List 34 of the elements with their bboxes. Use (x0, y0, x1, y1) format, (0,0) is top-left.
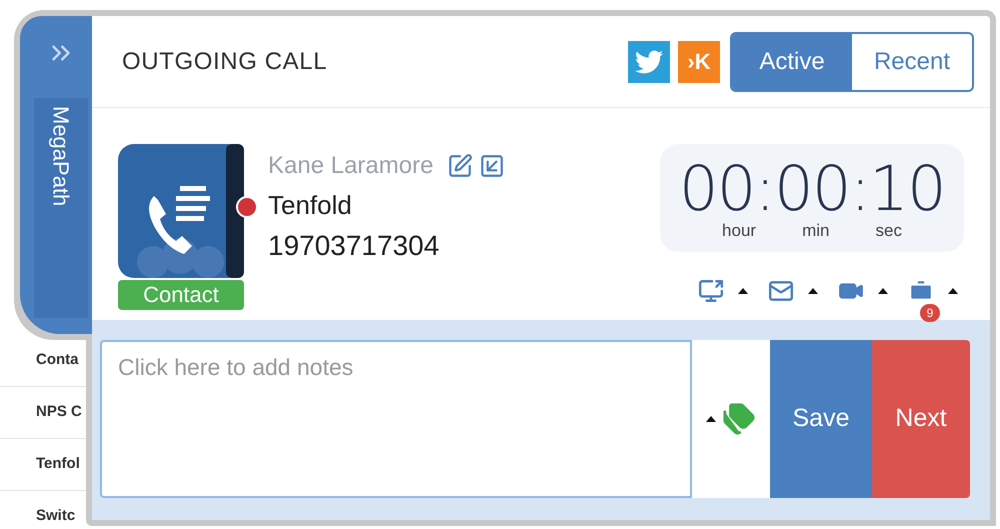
timer-unit: hour (722, 222, 756, 240)
contact-badge: Contact (118, 280, 244, 310)
return-icon[interactable] (479, 153, 506, 179)
count-badge: 9 (920, 304, 940, 322)
brand-label: MegaPath (48, 106, 74, 208)
caret-icon[interactable] (878, 288, 888, 294)
save-button[interactable]: Save (770, 340, 872, 498)
company-name: Tenfold (268, 189, 353, 222)
timer-unit: min (802, 222, 830, 240)
timer-value: 00:00:10 (678, 156, 946, 222)
list-item-text: Switc (36, 506, 76, 526)
timer-unit: sec (875, 222, 902, 240)
phone-number: 19703717304 (268, 229, 440, 263)
screen-share-icon[interactable] (696, 278, 726, 304)
next-button[interactable]: Next (872, 340, 970, 498)
list-item-text: Conta (36, 350, 78, 370)
klout-button[interactable]: ›K (678, 40, 720, 82)
notes-field[interactable]: Click here to add notes (100, 340, 692, 498)
address-book-icon[interactable] (118, 144, 244, 278)
contact-name: Kane Laramore (268, 151, 434, 181)
twitter-icon (635, 48, 663, 76)
call-title: OUTGOING CALL (122, 46, 328, 76)
twitter-button[interactable] (628, 40, 670, 82)
caret-icon[interactable] (706, 416, 716, 422)
caret-icon[interactable] (948, 288, 958, 294)
side-tab[interactable]: MegaPath (20, 16, 92, 334)
edit-icon[interactable] (447, 153, 474, 179)
list-item-text: Tenfol (36, 454, 80, 474)
view-tab[interactable]: Active (732, 34, 852, 90)
caret-icon[interactable] (738, 288, 748, 294)
caret-icon[interactable] (808, 288, 818, 294)
list-item-text: NPS C (36, 402, 82, 422)
tags-icon[interactable] (722, 402, 756, 436)
mail-icon[interactable] (766, 278, 796, 304)
